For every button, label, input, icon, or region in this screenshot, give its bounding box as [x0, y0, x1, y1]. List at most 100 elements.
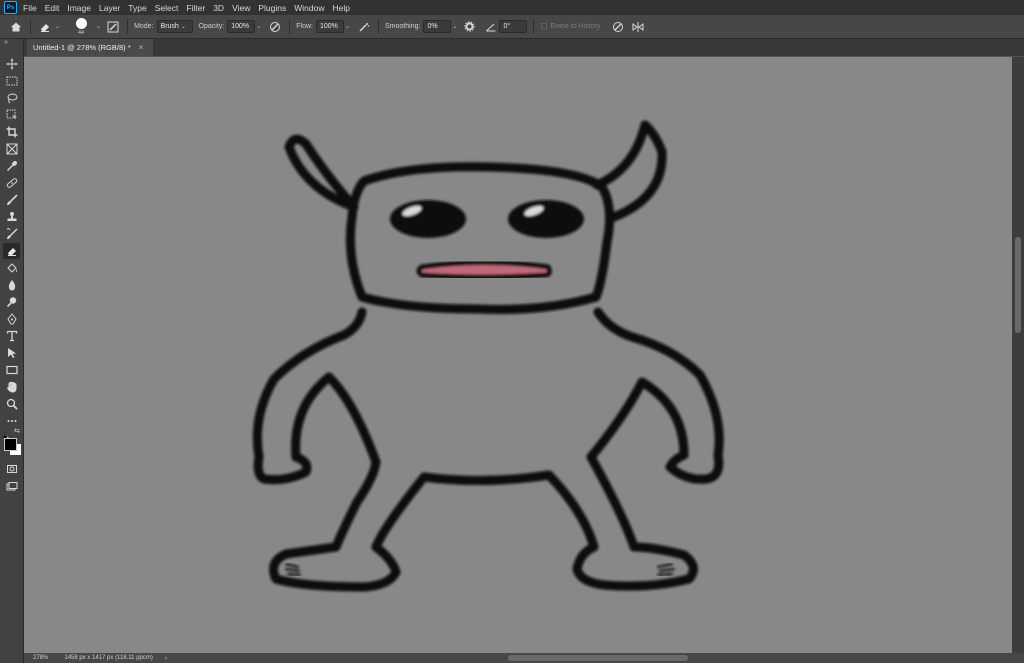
brush-size-value: 44	[77, 29, 85, 36]
hand-tool-icon[interactable]	[3, 379, 20, 395]
separator	[30, 19, 31, 34]
angle-icon	[483, 19, 499, 35]
move-tool-icon[interactable]	[3, 56, 20, 72]
toe-lines	[285, 563, 675, 576]
path-selection-tool-icon[interactable]	[3, 345, 20, 361]
chevron-down-icon[interactable]: ⌄	[345, 23, 350, 30]
healing-brush-tool-icon[interactable]	[3, 175, 20, 191]
paint-bucket-tool-icon[interactable]	[3, 260, 20, 276]
marquee-tool-icon[interactable]	[3, 73, 20, 89]
close-icon[interactable]: ×	[139, 43, 144, 52]
menu-window[interactable]: Window	[294, 3, 324, 13]
zoom-tool-icon[interactable]	[3, 396, 20, 412]
menu-file[interactable]: File	[23, 3, 37, 13]
tools-panel: » ⇆	[0, 39, 24, 663]
separator	[289, 19, 291, 34]
vertical-scrollbar[interactable]	[1012, 57, 1024, 653]
separator	[533, 19, 535, 34]
menu-layer[interactable]: Layer	[99, 3, 120, 13]
vertical-scroll-thumb[interactable]	[1015, 237, 1021, 333]
separator	[127, 19, 129, 34]
options-bar: ⌄ 44 ⌄ Mode: Brush ⌄ Opacity: 100% ⌄ Flow…	[0, 15, 1024, 39]
status-bar: 278% 1458 px x 1417 px (118.11 ppcm) ›	[24, 653, 1024, 663]
menu-select[interactable]: Select	[155, 3, 179, 13]
clone-stamp-tool-icon[interactable]	[3, 209, 20, 225]
frame-tool-icon[interactable]	[3, 141, 20, 157]
angle-value: 0°	[503, 23, 511, 30]
separator	[378, 19, 380, 34]
chevron-down-icon[interactable]: ⌄	[55, 23, 60, 30]
drawing-artwork	[252, 120, 724, 592]
gear-icon[interactable]	[461, 19, 477, 35]
right-eye	[508, 200, 584, 238]
pressure-size-icon[interactable]	[610, 19, 626, 35]
dodge-tool-icon[interactable]	[3, 294, 20, 310]
quick-mask-icon[interactable]	[3, 461, 20, 477]
erase-history-checkbox[interactable]: ☐	[540, 22, 547, 31]
menu-3d[interactable]: 3D	[213, 3, 224, 13]
menu-type[interactable]: Type	[128, 3, 146, 13]
left-eye	[390, 200, 466, 238]
brush-tool-icon[interactable]	[3, 192, 20, 208]
screen-mode-icon[interactable]	[3, 479, 20, 495]
pressure-opacity-icon[interactable]	[267, 19, 283, 35]
menu-help[interactable]: Help	[332, 3, 349, 13]
mode-label: Mode:	[134, 23, 154, 30]
photoshop-logo: Ps	[4, 1, 17, 14]
airbrush-icon[interactable]	[356, 19, 372, 35]
smoothing-label: Smoothing:	[385, 23, 421, 30]
mode-value: Brush	[160, 23, 179, 30]
head-outline	[345, 162, 615, 314]
opacity-value: 100%	[231, 23, 250, 30]
lasso-tool-icon[interactable]	[3, 90, 20, 106]
pen-tool-icon[interactable]	[3, 311, 20, 327]
history-brush-tool-icon[interactable]	[3, 226, 20, 242]
zoom-level[interactable]: 278%	[33, 655, 48, 661]
eraser-tool-icon[interactable]	[3, 243, 20, 259]
opacity-label: Opacity:	[198, 23, 225, 30]
angle-input[interactable]: 0°	[499, 20, 528, 33]
erase-history-label: Erase to History	[550, 23, 601, 30]
type-tool-icon[interactable]	[3, 328, 20, 344]
menu-image[interactable]: Image	[67, 3, 91, 13]
chevron-down-icon[interactable]: ⌄	[96, 23, 101, 30]
symmetry-icon[interactable]	[630, 19, 646, 35]
menu-view[interactable]: View	[232, 3, 250, 13]
chevron-down-icon[interactable]: ⌄	[256, 23, 261, 30]
rectangle-tool-icon[interactable]	[3, 362, 20, 378]
brush-settings-icon[interactable]	[105, 19, 121, 35]
chevron-down-icon: ⌄	[180, 24, 186, 30]
menu-plugins[interactable]: Plugins	[258, 3, 286, 13]
menu-filter[interactable]: Filter	[186, 3, 205, 13]
brush-preset-picker[interactable]: 44	[68, 17, 94, 36]
document-tab[interactable]: Untitled-1 @ 278% (RGB/8) * ×	[27, 39, 153, 56]
home-icon[interactable]	[8, 19, 24, 35]
status-menu-arrow-icon[interactable]: ›	[165, 655, 167, 662]
flow-input[interactable]: 100%	[315, 20, 344, 33]
eyedropper-tool-icon[interactable]	[3, 158, 20, 174]
blur-tool-icon[interactable]	[3, 277, 20, 293]
document-info: 1458 px x 1417 px (118.11 ppcm)	[64, 655, 153, 661]
object-select-tool-icon[interactable]	[3, 107, 20, 123]
canvas[interactable]	[24, 57, 1012, 653]
menu-bar: Ps File Edit Image Layer Type Select Fil…	[0, 0, 1024, 15]
left-horn	[284, 134, 359, 212]
opacity-input[interactable]: 100%	[227, 20, 256, 33]
left-arm	[252, 307, 381, 485]
smoothing-input[interactable]: 0%	[423, 20, 452, 33]
menu-edit[interactable]: Edit	[45, 3, 60, 13]
horizontal-scroll-thumb[interactable]	[508, 655, 688, 661]
mode-select[interactable]: Brush ⌄	[156, 20, 193, 33]
swap-colors-icon[interactable]: ⇆	[14, 427, 20, 435]
default-colors-icon[interactable]	[2, 428, 10, 442]
brush-preset-icon	[75, 17, 87, 29]
crop-tool-icon[interactable]	[3, 124, 20, 140]
foreground-color-swatch[interactable]	[4, 438, 17, 451]
document-tab-title: Untitled-1 @ 278% (RGB/8) *	[33, 43, 131, 52]
chevron-down-icon[interactable]: ⌄	[452, 23, 457, 30]
flow-label: Flow:	[296, 23, 313, 30]
right-arm	[586, 307, 724, 484]
mouth	[416, 260, 552, 280]
collapse-panel-icon[interactable]: »	[4, 39, 8, 46]
eraser-icon[interactable]	[37, 19, 53, 35]
